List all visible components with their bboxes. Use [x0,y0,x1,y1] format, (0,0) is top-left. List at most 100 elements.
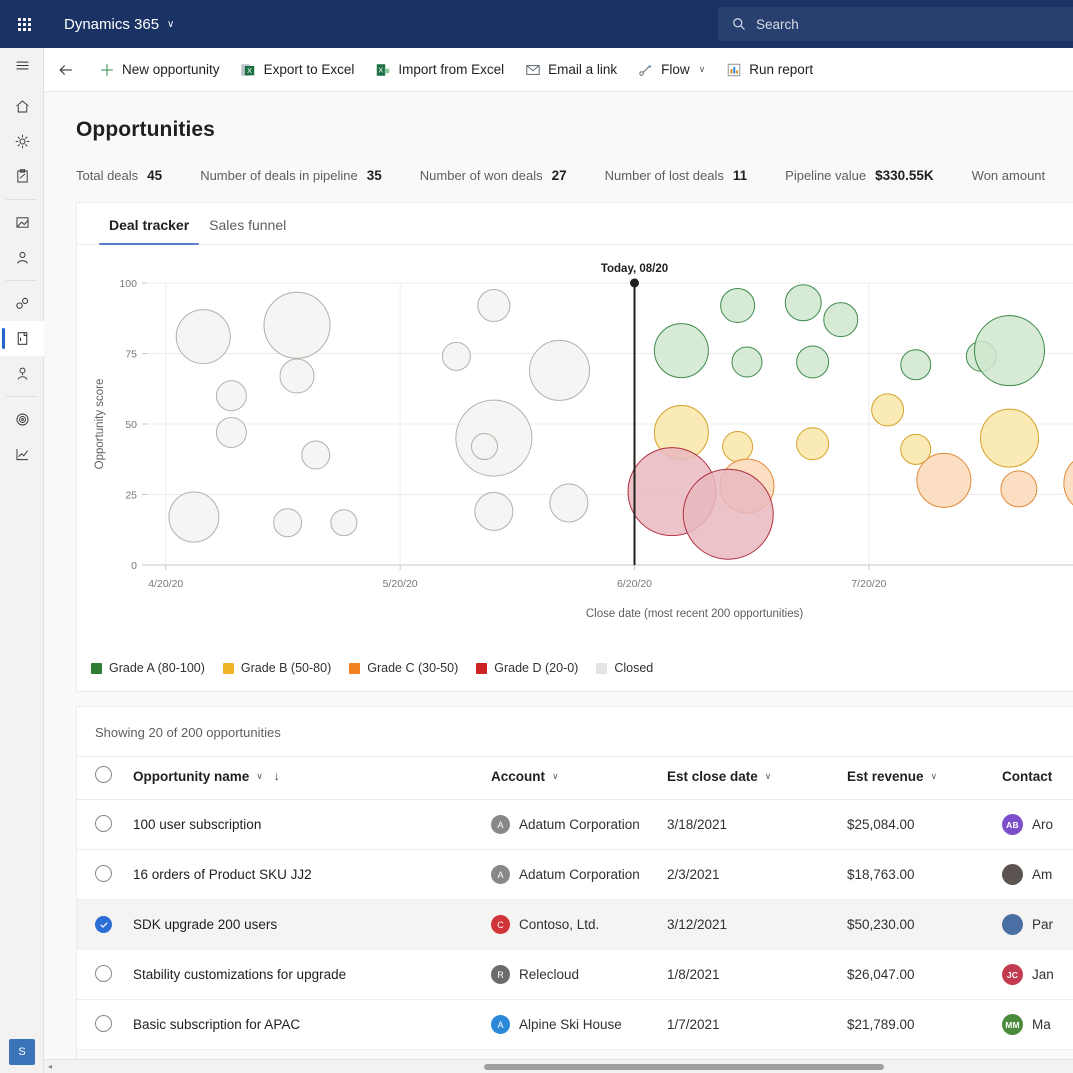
column-header-opportunity-name[interactable]: Opportunity name ∨ ↓ [133,757,491,800]
new-opportunity-button[interactable]: New opportunity [88,48,230,92]
run-report-button[interactable]: Run report [715,48,823,92]
chart-bubble[interactable] [732,347,762,377]
back-button[interactable] [44,48,88,92]
chart-bubble[interactable] [264,292,330,358]
chart-bubble[interactable] [176,310,230,364]
chart-bubble[interactable] [216,417,246,447]
chart-bubble[interactable] [723,432,753,462]
row-radio[interactable] [95,965,112,982]
cell-account[interactable]: A Adatum Corporation [491,850,667,900]
chart-bubble[interactable] [280,359,314,393]
scrollbar-thumb[interactable] [484,1064,884,1070]
chart-bubble[interactable] [478,290,510,322]
scroll-left-arrow-icon[interactable]: ◂ [44,1062,56,1071]
sidebar-item-recent[interactable] [0,124,44,159]
user-badge[interactable]: S [9,1039,35,1065]
chart-bubble[interactable] [872,394,904,426]
cell-contact[interactable]: Am [1002,850,1073,900]
column-header-est-revenue[interactable]: Est revenue ∨ [847,757,1002,800]
sidebar-item-activities[interactable] [0,205,44,240]
sidebar-item-opportunities[interactable] [0,321,44,356]
chart-bubble[interactable] [472,434,498,460]
chart-bubble[interactable] [981,409,1039,467]
bubble-chart-svg[interactable]: 02550751004/20/205/20/206/20/207/20/208/… [77,245,1073,655]
column-header-contact[interactable]: Contact [1002,757,1073,800]
select-all-radio[interactable] [95,766,112,783]
chart-bubble[interactable] [917,453,971,507]
app-launcher-icon[interactable] [0,0,48,48]
chart-bubble[interactable] [169,492,219,542]
row-select-cell[interactable] [77,900,133,950]
export-to-excel-button[interactable]: X Export to Excel [230,48,365,92]
cell-account[interactable]: R Relecloud [491,950,667,1000]
cell-account[interactable]: C Contoso, Ltd. [491,900,667,950]
chart-bubble[interactable] [274,509,302,537]
legend-item-grade-b[interactable]: Grade B (50-80) [223,661,331,675]
row-select-cell[interactable] [77,950,133,1000]
sidebar-item-goals[interactable] [0,402,44,437]
sidebar-item-accounts[interactable] [0,240,44,275]
select-all-header[interactable] [77,757,133,800]
chart-bubble[interactable] [901,350,931,380]
sidebar-item-leads[interactable] [0,356,44,391]
chart-bubble[interactable] [824,303,858,337]
legend-item-grade-a[interactable]: Grade A (80-100) [91,661,205,675]
table-row[interactable]: 16 orders of Product SKU JJ2 A Adatum Co… [77,850,1073,900]
sidebar-item-pinned[interactable] [0,159,44,194]
chart-bubble[interactable] [797,346,829,378]
chart-bubble[interactable] [1001,471,1037,507]
horizontal-scrollbar[interactable]: ◂ [44,1059,1073,1073]
table-row[interactable]: Stability customizations for upgrade R R… [77,950,1073,1000]
tab-deal-tracker[interactable]: Deal tracker [99,203,199,244]
cell-contact[interactable]: JC Jan [1002,950,1073,1000]
column-header-account[interactable]: Account ∨ [491,757,667,800]
tab-sales-funnel[interactable]: Sales funnel [199,203,296,244]
chart-bubble[interactable] [216,381,246,411]
cell-opportunity-name[interactable]: 100 user subscription [133,800,491,850]
brand-dynamics-365[interactable]: Dynamics 365 ∨ [64,16,174,33]
row-select-cell[interactable] [77,850,133,900]
table-row[interactable]: Basic subscription for APAC A Alpine Ski… [77,1000,1073,1050]
cell-contact[interactable]: Par [1002,900,1073,950]
cell-account[interactable]: A Alpine Ski House [491,1000,667,1050]
import-from-excel-button[interactable]: X Import from Excel [364,48,514,92]
legend-item-grade-d[interactable]: Grade D (20-0) [476,661,578,675]
cell-contact[interactable]: MM Ma [1002,1000,1073,1050]
row-select-cell[interactable] [77,800,133,850]
row-radio[interactable] [95,815,112,832]
flow-button[interactable]: Flow ∨ [627,48,715,92]
cell-contact[interactable]: AB Aro [1002,800,1073,850]
chart-bubble[interactable] [550,484,588,522]
row-select-cell[interactable] [77,1000,133,1050]
chart-bubble[interactable] [302,441,330,469]
cell-opportunity-name[interactable]: SDK upgrade 200 users [133,900,491,950]
cell-opportunity-name[interactable]: Stability customizations for upgrade [133,950,491,1000]
legend-item-grade-c[interactable]: Grade C (30-50) [349,661,458,675]
sidebar-item-contacts[interactable] [0,286,44,321]
cell-opportunity-name[interactable]: Basic subscription for APAC [133,1000,491,1050]
table-row[interactable]: 100 user subscription A Adatum Corporati… [77,800,1073,850]
chart-bubble[interactable] [683,469,773,559]
search-input[interactable]: Search [718,7,1073,41]
chart-bubble[interactable] [331,510,357,536]
sidebar-item-reports[interactable] [0,437,44,472]
row-radio[interactable] [95,865,112,882]
row-radio-selected[interactable] [95,916,112,933]
column-header-est-close-date[interactable]: Est close date ∨ [667,757,847,800]
legend-item-closed[interactable]: Closed [596,661,653,675]
chart-bubble[interactable] [785,285,821,321]
chart-bubble[interactable] [475,492,513,530]
chart-bubble[interactable] [797,428,829,460]
chart-bubble[interactable] [654,324,708,378]
sidebar-item-home[interactable] [0,89,44,124]
table-row[interactable]: SDK upgrade 200 users C Contoso, Ltd. 3/… [77,900,1073,950]
cell-account[interactable]: A Adatum Corporation [491,800,667,850]
chart-bubble[interactable] [1064,453,1073,513]
chart-bubble[interactable] [721,289,755,323]
chart-bubble[interactable] [442,342,470,370]
chart-bubble[interactable] [975,316,1045,386]
row-radio[interactable] [95,1015,112,1032]
chart-bubble[interactable] [530,340,590,400]
email-a-link-button[interactable]: Email a link [514,48,627,92]
cell-opportunity-name[interactable]: 16 orders of Product SKU JJ2 [133,850,491,900]
